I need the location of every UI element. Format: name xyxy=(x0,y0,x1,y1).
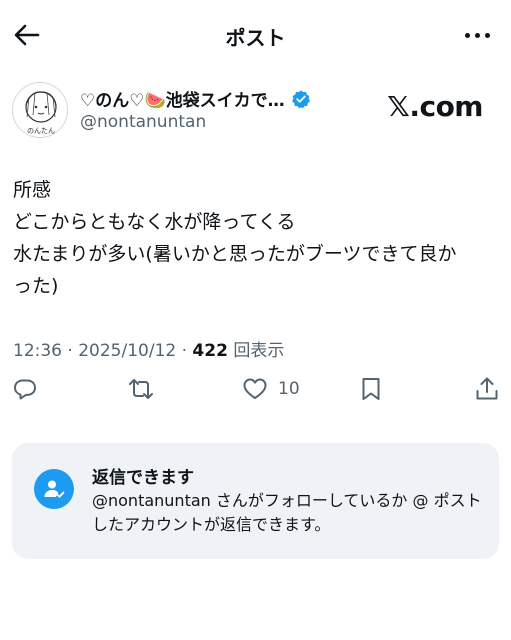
reply-restriction-title: 返信できます xyxy=(92,468,194,488)
bookmark-icon xyxy=(362,378,380,400)
post-line: 所感 xyxy=(13,179,52,201)
post-meta: 12:36 · 2025/10/12 · 422 回表示 xyxy=(13,341,285,361)
repost-button[interactable] xyxy=(128,376,154,402)
repost-icon xyxy=(129,379,153,399)
author-handle[interactable]: @nontanuntan xyxy=(80,112,206,132)
reply-restriction-notice: 返信できます @nontanuntan さんがフォローしているか @ ポストした… xyxy=(12,443,499,559)
post-time[interactable]: 12:36 xyxy=(13,341,62,361)
views-label: 回表示 xyxy=(233,341,285,361)
author-display-name[interactable]: ♡のん♡🍉池袋スイカで… xyxy=(80,86,285,111)
action-bar: 10 xyxy=(0,372,511,408)
post-text: 所感 どこからともなく水が降ってくる 水たまりが多い(暑いかと思ったがブーツでき… xyxy=(13,174,503,302)
user-check-icon xyxy=(44,480,65,498)
svg-text:のんたん: のんたん xyxy=(27,127,55,135)
author-name-row[interactable]: ♡のん♡🍉池袋スイカで… xyxy=(80,86,311,111)
verified-badge-icon xyxy=(291,89,310,108)
reply-restriction-body: @nontanuntan さんがフォローしているか @ ポストしたアカウントが返… xyxy=(92,491,482,534)
page-title: ポスト xyxy=(225,26,286,50)
reply-button[interactable] xyxy=(12,376,38,402)
top-bar: ポスト xyxy=(0,0,511,70)
like-button[interactable]: 10 xyxy=(242,376,300,402)
views-count: 422 xyxy=(192,341,228,361)
post-line: どこからともなく水が降ってくる xyxy=(13,211,296,233)
avatar-drawing: のんたん xyxy=(25,91,57,135)
like-count: 10 xyxy=(278,379,300,399)
share-icon xyxy=(476,377,498,400)
reply-icon xyxy=(14,379,36,400)
bookmark-button[interactable] xyxy=(358,376,384,402)
heart-icon xyxy=(243,378,267,399)
reply-restriction-icon xyxy=(34,469,74,509)
post-line: 水たまりが多い(暑いかと思ったがブーツできて良か xyxy=(13,243,457,265)
share-button[interactable] xyxy=(474,376,500,402)
source-label: 𝕏.com xyxy=(387,90,483,123)
post-date[interactable]: 2025/10/12 xyxy=(78,341,176,361)
more-horizontal-icon xyxy=(464,32,490,38)
avatar[interactable]: のんたん xyxy=(12,82,68,138)
more-button[interactable] xyxy=(461,22,493,48)
post-line: った) xyxy=(13,275,59,297)
